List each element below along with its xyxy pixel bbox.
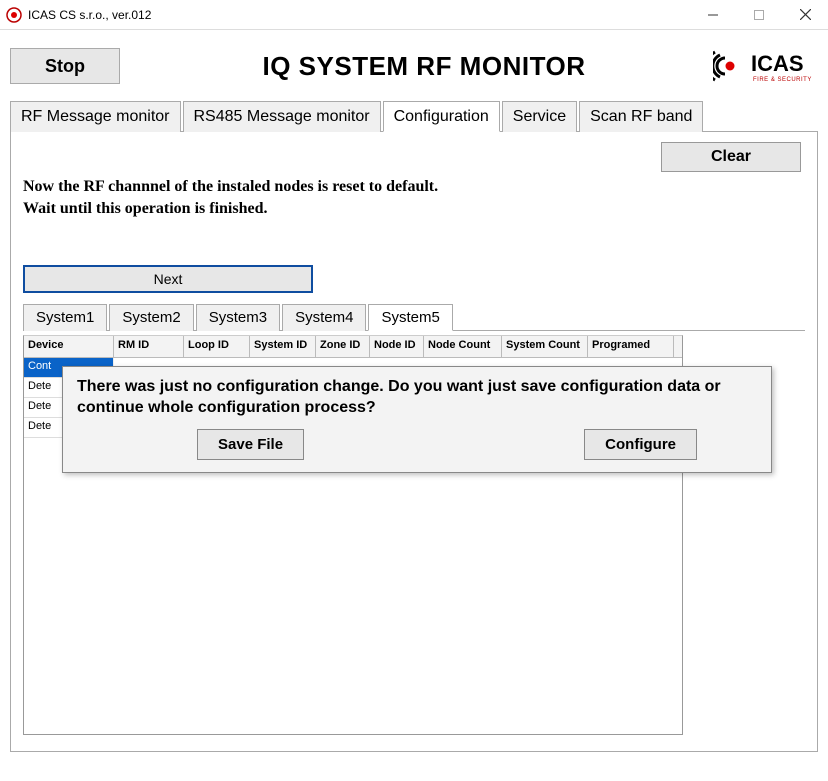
svg-text:ICAS: ICAS [751,51,804,76]
clear-button[interactable]: Clear [661,142,801,172]
tab-system5[interactable]: System5 [368,304,452,331]
tab-rf-message-monitor[interactable]: RF Message monitor [10,101,181,132]
titlebar: ICAS CS s.r.o., ver.012 [0,0,828,30]
next-button[interactable]: Next [23,265,313,293]
col-system-count[interactable]: System Count [502,336,588,357]
col-rm-id[interactable]: RM ID [114,336,184,357]
tab-system1[interactable]: System1 [23,304,107,331]
status-line-1: Now the RF channnel of the instaled node… [23,176,805,198]
window-title: ICAS CS s.r.o., ver.012 [28,8,690,22]
tab-system3[interactable]: System3 [196,304,280,331]
tab-rs485-message-monitor[interactable]: RS485 Message monitor [183,101,381,132]
svg-text:FIRE & SECURITY: FIRE & SECURITY [753,77,812,83]
tab-service[interactable]: Service [502,101,577,132]
status-message: Now the RF channnel of the instaled node… [23,176,805,221]
logo: ICAS FIRE & SECURITY [708,44,818,88]
configure-button[interactable]: Configure [584,429,697,460]
app-title: IQ SYSTEM RF MONITOR [140,51,708,82]
stop-button[interactable]: Stop [10,48,120,84]
app-icon [6,7,22,23]
confirmation-dialog: There was just no configuration change. … [62,366,772,473]
col-programed[interactable]: Programed [588,336,674,357]
maximize-button[interactable] [736,0,782,30]
col-device[interactable]: Device [24,336,114,357]
main-tabs: RF Message monitor RS485 Message monitor… [10,100,818,132]
close-button[interactable] [782,0,828,30]
col-loop-id[interactable]: Loop ID [184,336,250,357]
dialog-text: There was just no configuration change. … [77,377,757,419]
save-file-button[interactable]: Save File [197,429,304,460]
tab-system4[interactable]: System4 [282,304,366,331]
col-node-count[interactable]: Node Count [424,336,502,357]
system-tabs: System1 System2 System3 System4 System5 [23,303,805,331]
status-line-2: Wait until this operation is finished. [23,198,805,220]
tab-configuration[interactable]: Configuration [383,101,500,132]
col-node-id[interactable]: Node ID [370,336,424,357]
tab-system2[interactable]: System2 [109,304,193,331]
grid-header: Device RM ID Loop ID System ID Zone ID N… [24,336,682,358]
tab-scan-rf-band[interactable]: Scan RF band [579,101,703,132]
col-system-id[interactable]: System ID [250,336,316,357]
minimize-button[interactable] [690,0,736,30]
col-zone-id[interactable]: Zone ID [316,336,370,357]
